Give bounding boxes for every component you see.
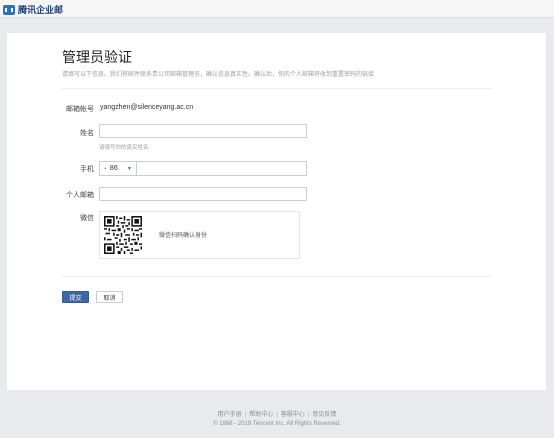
brand-name: 腾讯企业邮 — [18, 5, 64, 15]
name-input[interactable] — [100, 130, 306, 143]
cancel-button[interactable]: 取消 — [96, 291, 123, 303]
page-title: 管理员验证 — [62, 49, 132, 65]
copyright: © 1998 - 2019 Tencent Inc. All Rights Re… — [213, 421, 341, 427]
wechat-label: 微信 — [80, 215, 94, 222]
phone-input[interactable] — [137, 162, 306, 175]
page-subtitle: 请填写以下信息。我们将邮件联系贵公司邮箱管理员，确认信息真实性。确认后，你的个人… — [62, 72, 375, 78]
email-account-label: 邮箱帐号 — [66, 106, 94, 113]
footer-links: 用户手册 | 帮助中心 | 客服中心 | 意见反馈 — [0, 409, 554, 418]
footer-link-help-center[interactable]: 帮助中心 — [249, 412, 273, 418]
brand-logo[interactable]: 腾讯企业邮 — [3, 3, 63, 16]
verification-panel: 管理员验证 请填写以下信息。我们将邮件联系贵公司邮箱管理员，确认信息真实性。确认… — [7, 33, 546, 390]
plus-icon: + — [104, 165, 107, 172]
footer-link-service-center[interactable]: 客服中心 — [281, 412, 305, 418]
phone-field: + 86 ▼ — [99, 161, 307, 176]
separator: | — [276, 412, 278, 418]
wechat-instruction: 微信扫码确认身份 — [159, 233, 208, 239]
divider — [62, 88, 492, 89]
separator: | — [307, 412, 310, 418]
footer-link-feedback[interactable]: 意见反馈 — [312, 412, 336, 418]
footer-link-user-manual[interactable]: 用户手册 — [218, 412, 242, 418]
chevron-down-icon: ▼ — [127, 165, 132, 172]
name-label: 姓名 — [80, 130, 94, 137]
tencent-mail-logo-icon — [3, 4, 15, 15]
separator: | — [244, 412, 247, 418]
country-code-select[interactable]: + 86 ▼ — [100, 162, 137, 175]
email-account-value: yangzhen@silenceyang.ac.cn — [100, 104, 194, 111]
submit-button[interactable]: 提交 — [62, 291, 89, 303]
divider — [62, 276, 492, 277]
name-field[interactable] — [99, 124, 307, 143]
wechat-qr-box: 微信扫码确认身份 — [99, 211, 300, 259]
personal-email-field[interactable] — [99, 187, 307, 206]
top-bar: 腾讯企业邮 — [0, 0, 554, 18]
country-code-value: 86 — [109, 165, 118, 172]
phone-label: 手机 — [80, 166, 94, 173]
personal-email-label: 个人邮箱 — [66, 192, 94, 199]
wechat-qr-code-icon[interactable] — [104, 216, 142, 254]
name-hint: 请填写你的真实姓名 — [99, 145, 149, 151]
personal-email-input[interactable] — [100, 193, 306, 206]
